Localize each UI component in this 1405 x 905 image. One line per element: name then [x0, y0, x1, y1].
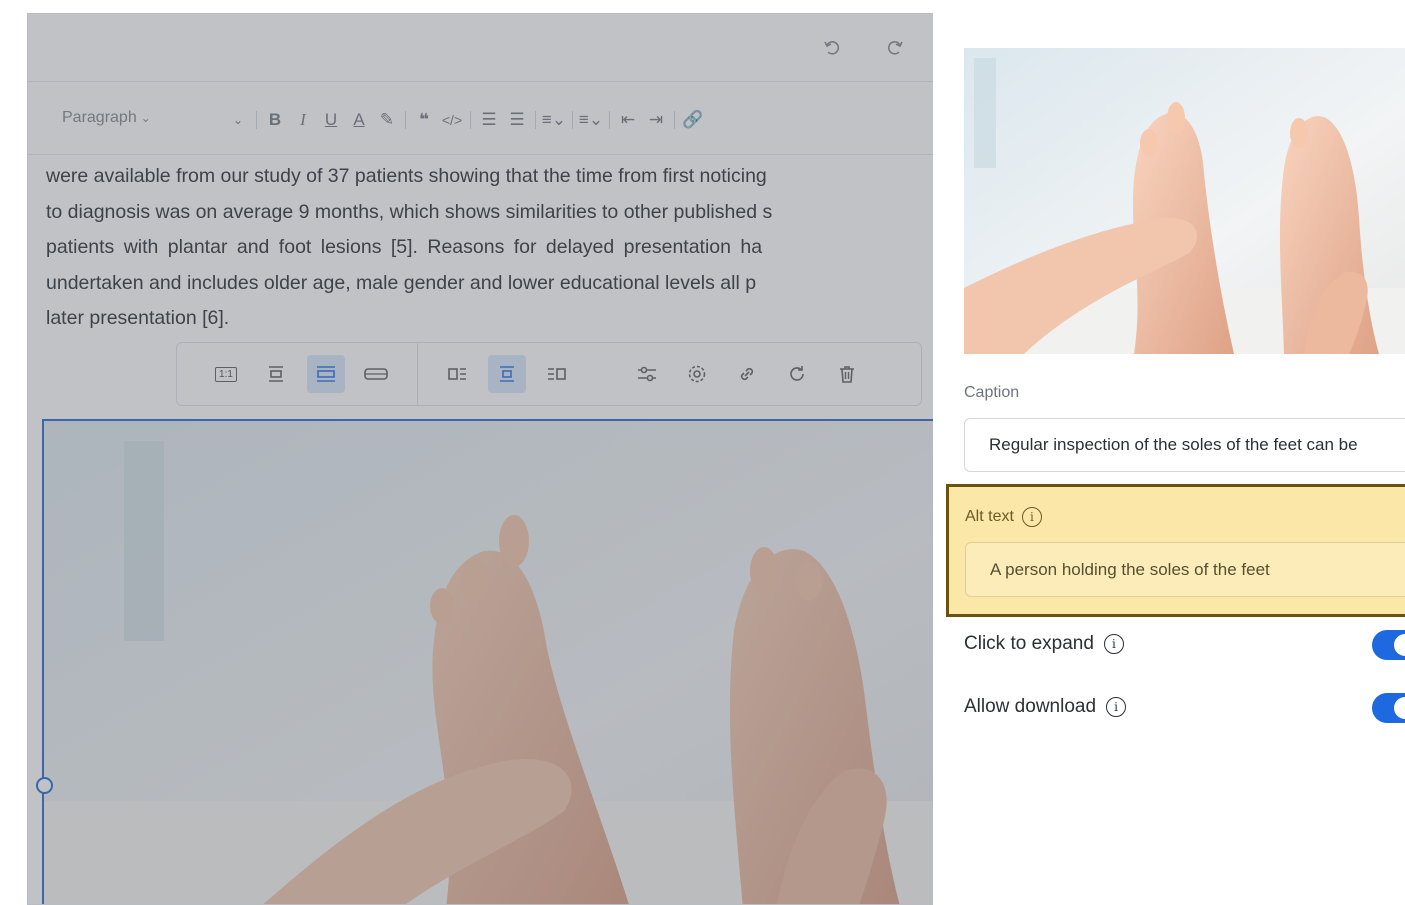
decrease-indent-icon[interactable]: ⇤: [614, 106, 642, 134]
toolbar-divider: [572, 111, 573, 129]
underline-icon[interactable]: U: [317, 106, 345, 134]
feet-massage-photo: [44, 421, 933, 904]
body-line: patients with plantar and foot lesions […: [46, 236, 763, 258]
alt-text-input[interactable]: A person holding the soles of the feet: [965, 542, 1405, 597]
size-best-fit-icon[interactable]: [307, 355, 345, 393]
text-align-icon[interactable]: ≡⌄: [540, 106, 568, 134]
image-settings-sliders-icon[interactable]: [628, 355, 666, 393]
image-preview: [964, 48, 1405, 354]
size-small-icon[interactable]: [257, 355, 295, 393]
aspect-ratio-button[interactable]: 1:1: [207, 355, 245, 393]
info-icon[interactable]: i: [1103, 634, 1124, 654]
info-icon[interactable]: i: [1021, 507, 1042, 527]
document-body[interactable]: were available from our study of 37 pati…: [46, 159, 933, 337]
toolbar-divider: [674, 111, 675, 129]
allow-download-toggle[interactable]: [1372, 693, 1405, 723]
redo-icon[interactable]: [884, 36, 906, 58]
click-to-expand-label: Click to expand: [964, 633, 1094, 654]
caption-label: Caption: [964, 384, 1020, 401]
alt-text-value: A person holding the soles of the feet: [990, 559, 1270, 579]
align-center-icon[interactable]: [488, 355, 526, 393]
quote-icon[interactable]: ❝: [410, 106, 438, 134]
image-settings-panel: Caption Regular inspection of the soles …: [933, 13, 1405, 905]
body-line: were available from our study of 37 pati…: [46, 165, 767, 187]
replace-image-icon[interactable]: [778, 355, 816, 393]
toolbar-divider: [256, 111, 257, 129]
feet-massage-thumbnail: [964, 48, 1405, 354]
numbered-list-icon[interactable]: ☰: [475, 106, 503, 134]
align-right-icon[interactable]: [538, 355, 576, 393]
font-size-chevron-icon[interactable]: ⌄: [224, 106, 252, 134]
aspect-ratio-label: 1:1: [215, 366, 237, 382]
italic-icon[interactable]: I: [289, 106, 317, 134]
rich-text-editor: Paragraph ⌄ ⌄ B I U A ✎ ❝ </> ☰ ☰ ≡⌄ ≡⌄ …: [27, 13, 933, 905]
image-toolbar: 1:1: [176, 342, 922, 406]
body-line: to diagnosis was on average 9 months, wh…: [46, 200, 773, 223]
bold-icon[interactable]: B: [261, 106, 289, 134]
line-spacing-icon[interactable]: ≡⌄: [577, 106, 605, 134]
body-line: later presentation [6].: [46, 307, 230, 329]
caption-input[interactable]: Regular inspection of the soles of the f…: [964, 418, 1405, 472]
increase-indent-icon[interactable]: ⇥: [642, 106, 670, 134]
bulleted-list-icon[interactable]: ☰: [503, 106, 531, 134]
toolbar-divider: [609, 111, 610, 129]
selected-image[interactable]: [42, 419, 933, 904]
editor-top-bar: [28, 14, 933, 82]
allow-download-label: Allow download: [964, 696, 1097, 717]
toolbar-divider: [535, 111, 536, 129]
toolbar-divider: [470, 111, 471, 129]
trash-icon[interactable]: [828, 355, 866, 393]
format-toolbar: Paragraph ⌄ ⌄ B I U A ✎ ❝ </> ☰ ☰ ≡⌄ ≡⌄ …: [28, 83, 933, 155]
size-full-width-icon[interactable]: [357, 355, 395, 393]
image-resize-handle[interactable]: [36, 777, 53, 794]
undo-icon[interactable]: [821, 36, 843, 58]
click-to-expand-toggle[interactable]: [1372, 630, 1405, 660]
paragraph-style-label: Paragraph: [62, 109, 137, 126]
gear-icon[interactable]: [678, 355, 716, 393]
chevron-down-icon: ⌄: [140, 111, 151, 125]
caption-value: Regular inspection of the soles of the f…: [989, 435, 1358, 454]
code-icon[interactable]: </>: [438, 106, 466, 134]
body-line: undertaken and includes older age, male …: [46, 271, 757, 294]
link-icon[interactable]: [728, 355, 766, 393]
alt-text-highlight: Alt text i A person holding the soles of…: [946, 484, 1405, 617]
highlight-icon[interactable]: ✎: [373, 106, 401, 134]
toolbar-divider: [417, 343, 418, 405]
alt-text-label: Alt text: [965, 508, 1014, 525]
text-color-icon[interactable]: A: [345, 106, 373, 134]
info-icon[interactable]: i: [1106, 697, 1127, 717]
align-left-icon[interactable]: [438, 355, 476, 393]
paragraph-style-select[interactable]: Paragraph ⌄: [62, 109, 151, 127]
allow-download-row: Allow download i: [964, 696, 1127, 718]
toolbar-divider: [405, 111, 406, 129]
link-icon[interactable]: 🔗: [679, 106, 707, 134]
alt-text-label-row: Alt text i: [965, 507, 1042, 527]
click-to-expand-row: Click to expand i: [964, 633, 1124, 655]
